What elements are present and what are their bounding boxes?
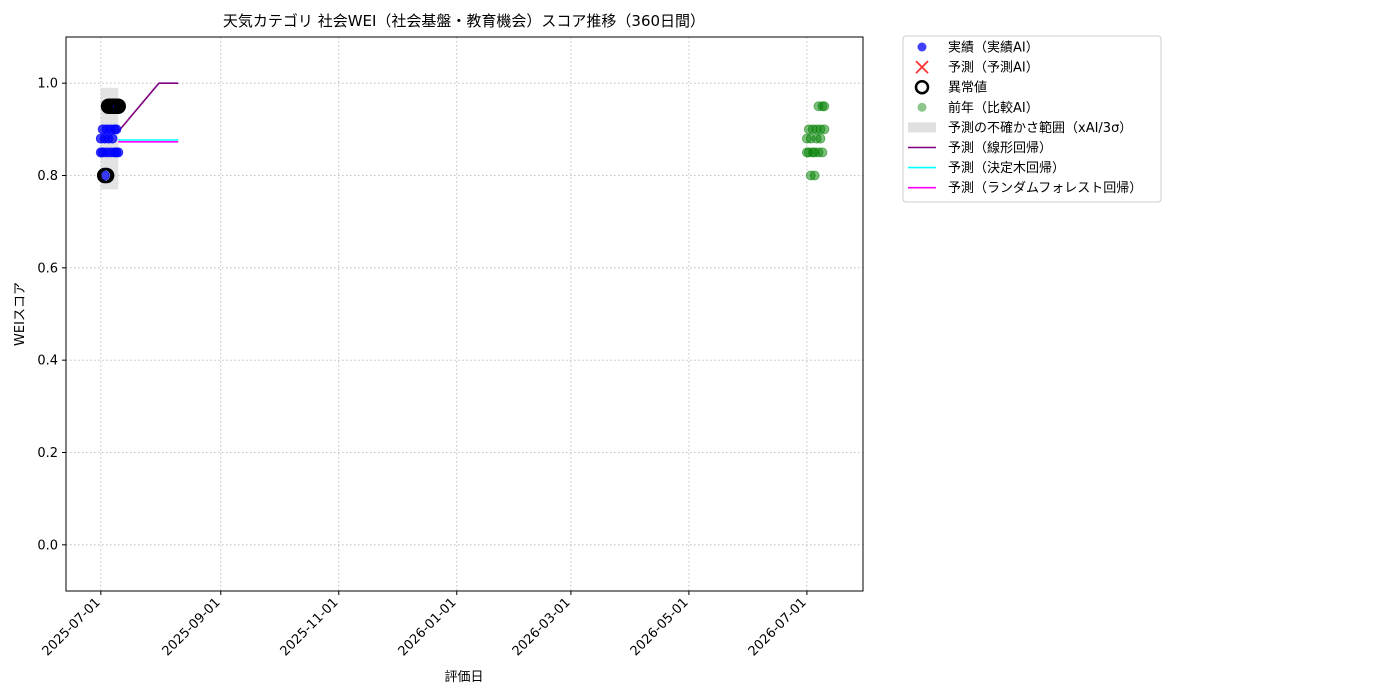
data-point <box>113 147 124 158</box>
data-point <box>107 133 118 144</box>
legend-marker-dot <box>917 42 927 52</box>
y-tick-label: 0.8 <box>37 169 58 184</box>
y-tick-label: 0.2 <box>37 446 58 461</box>
legend-label: 予測（予測AI） <box>948 61 1039 76</box>
y-axis-label: WEIスコア <box>13 282 28 346</box>
legend-marker-dot <box>917 102 927 112</box>
plot-area: 2025-07-01 2025-09-01 2025-11-01 2026-01-01… <box>37 36 864 659</box>
legend-label: 異常値 <box>948 80 987 96</box>
data-point <box>817 147 828 158</box>
plot-content <box>95 82 830 190</box>
data-point <box>815 133 826 144</box>
legend-label: 予測の不確かさ範囲（xAI/3σ） <box>948 120 1132 136</box>
prediction-line <box>117 82 179 133</box>
chart: 天気カテゴリ 社会WEI（社会基盤・教育機会）スコア推移（360日間） 2025… <box>13 12 1162 685</box>
data-point <box>809 170 820 181</box>
legend-label: 予測（線形回帰） <box>948 140 1052 156</box>
x-tick-label: 2025-07-01 <box>40 595 104 659</box>
y-tick-label: 0.0 <box>37 538 58 553</box>
x-tick-label: 2026-03-01 <box>510 595 574 659</box>
y-tick-label: 1.0 <box>37 77 58 92</box>
legend-marker-band <box>908 122 936 133</box>
x-tick-label: 2026-01-01 <box>396 595 460 659</box>
x-axis-label: 評価日 <box>444 670 483 685</box>
data-point <box>819 124 830 135</box>
legend-label: 予測（ランダムフォレスト回帰） <box>948 180 1142 196</box>
legend: 実績（実績AI） 予測（予測AI） 異常値前年（比較AI） 予測の不確かさ範囲（xAI… <box>902 35 1162 203</box>
x-tick-label: 2025-09-01 <box>160 595 224 659</box>
chart-title: 天気カテゴリ 社会WEI（社会基盤・教育機会）スコア推移（360日間） <box>223 12 705 30</box>
x-tick-label: 2026-07-01 <box>746 595 810 659</box>
legend-label: 実績（実績AI） <box>948 40 1039 56</box>
y-tick-label: 0.4 <box>37 354 58 369</box>
data-point <box>111 124 122 135</box>
y-tick-label: 0.6 <box>37 261 58 276</box>
legend-label: 予測（決定木回帰） <box>948 160 1065 176</box>
legend-label: 前年（比較AI） <box>948 100 1039 116</box>
plot-frame <box>65 36 864 592</box>
x-tick-label: 2025-11-01 <box>278 595 342 659</box>
x-tick-label: 2026-05-01 <box>628 595 692 659</box>
data-point <box>819 101 830 112</box>
